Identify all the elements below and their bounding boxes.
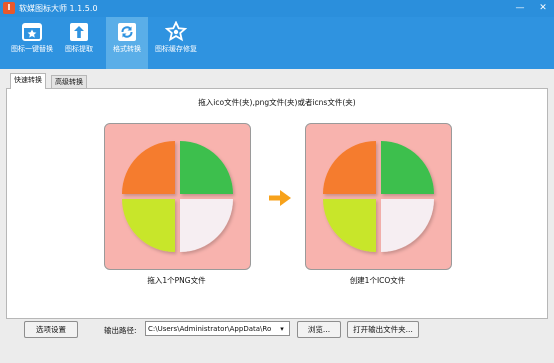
close-button[interactable]: ✕ [533,0,553,17]
open-output-folder-button[interactable]: 打开输出文件夹... [347,321,419,338]
toolbar: 图标一键替换 图标提取 格式转换 图标缓存修复 [0,17,554,69]
output-path-select[interactable]: C:\Users\Administrator\AppData\Ro ▾ [145,321,290,336]
output-path-value: C:\Users\Administrator\AppData\Ro [148,325,272,333]
ico-preview-zone [305,123,452,270]
drop-hint: 拖入ico文件(夹),png文件(夹)或者icns文件(夹) [198,98,356,107]
star-wrench-icon [165,21,187,42]
tool-icon-replace[interactable]: 图标一键替换 [11,17,53,69]
content-area: 快速转换 高级转换 拖入ico文件(夹),png文件(夹)或者icns文件(夹) [6,73,548,319]
tool-cache-repair[interactable]: 图标缓存修复 [155,17,197,69]
tool-label: 图标提取 [65,45,93,53]
browse-button[interactable]: 浏览... [297,321,341,338]
tool-label: 图标一键替换 [11,45,53,53]
flower-logo-icon [122,141,233,252]
star-window-icon [22,23,42,41]
tool-label: 格式转换 [113,45,141,53]
refresh-icon [118,23,136,41]
tab-advanced-convert[interactable]: 高级转换 [51,75,87,89]
flower-logo-icon [323,141,434,252]
tool-icon-extract[interactable]: 图标提取 [58,17,100,69]
png-drop-zone[interactable] [104,123,251,270]
app-logo-icon: I [3,2,15,14]
bottom-bar: 选项设置 输出路径: C:\Users\Administrator\AppDat… [0,317,554,363]
png-caption: 拖入1个PNG文件 [147,276,206,285]
window-title: 软媒图标大师 1.1.5.0 [19,4,98,13]
options-button[interactable]: 选项设置 [24,321,78,338]
output-path-label: 输出路径: [104,326,137,335]
tool-format-convert[interactable]: 格式转换 [106,17,148,69]
upload-arrow-icon [70,23,88,41]
ico-caption: 创建1个ICO文件 [349,276,406,285]
quick-convert-panel: 拖入ico文件(夹),png文件(夹)或者icns文件(夹) 拖入1个PNG文件… [6,88,548,319]
chevron-down-icon[interactable]: ▾ [276,322,288,335]
minimize-button[interactable]: — [510,0,530,17]
tab-quick-convert[interactable]: 快速转换 [10,73,46,89]
convert-arrow-icon [269,190,291,206]
tool-label: 图标缓存修复 [155,45,197,53]
title-bar: I 软媒图标大师 1.1.5.0 — ✕ [0,0,554,17]
